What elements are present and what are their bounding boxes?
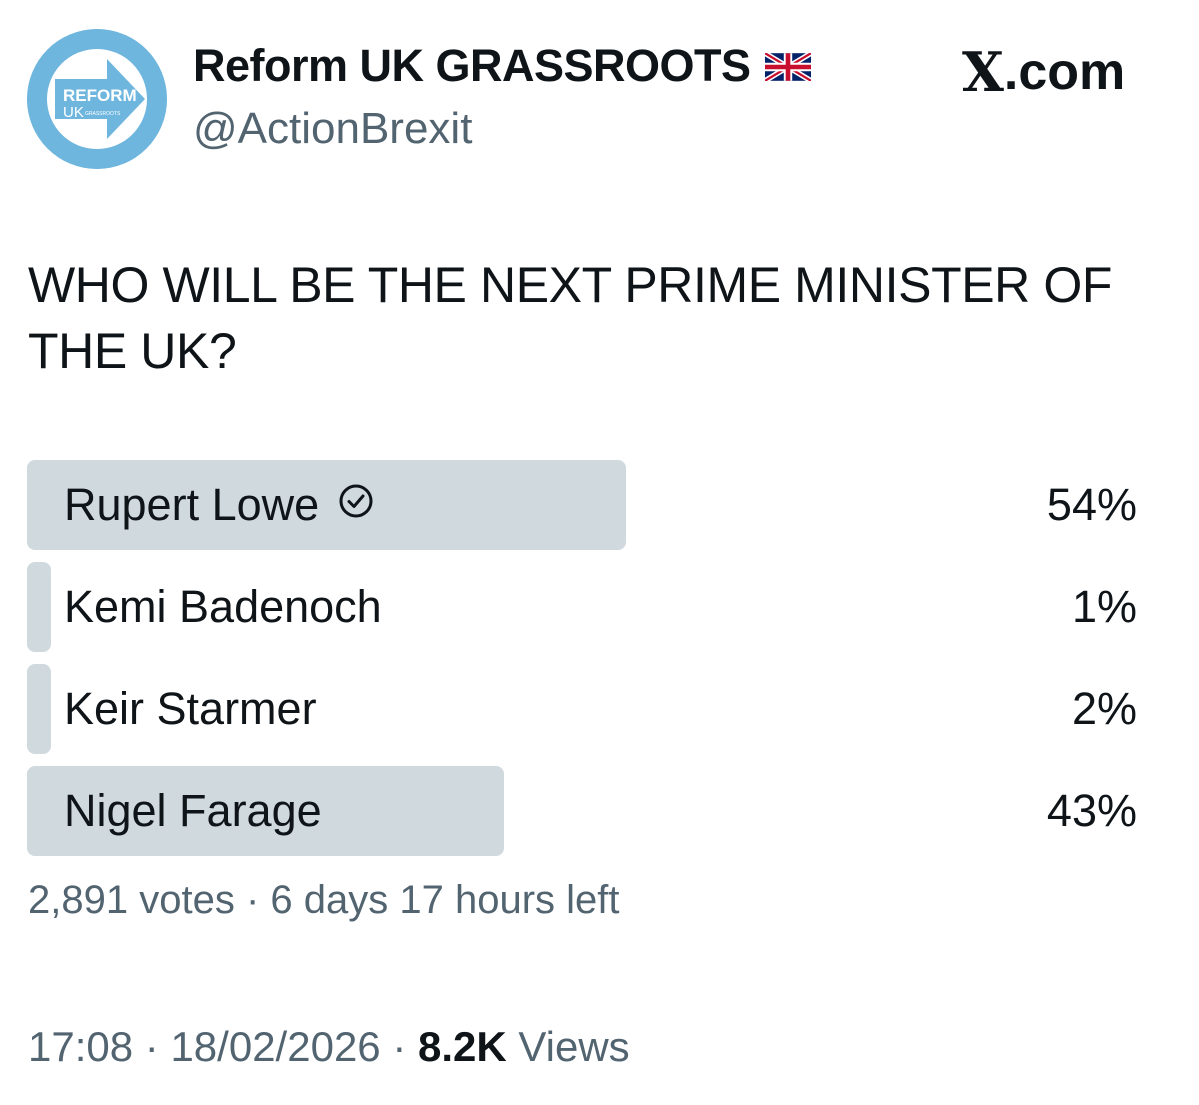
user-handle[interactable]: @ActionBrexit xyxy=(193,104,472,154)
poll-option-kemi-badenoch[interactable]: Kemi Badenoch 1% xyxy=(27,562,1137,652)
poll-meta: 2,891 votes · 6 days 17 hours left xyxy=(28,878,620,923)
source-text: .com xyxy=(1003,43,1126,101)
views-label[interactable]: Views xyxy=(518,1023,629,1070)
avatar-logo-line3: GRASSROOTS xyxy=(85,111,121,117)
avatar-logo-line1: REFORM xyxy=(63,86,137,105)
avatar[interactable]: REFORM UK GRASSROOTS xyxy=(27,29,167,169)
x-com-watermark: X .com xyxy=(962,42,1125,102)
display-name-row[interactable]: Reform UK GRASSROOTS xyxy=(193,40,812,92)
poll-bar xyxy=(27,664,51,754)
poll-option-label: Nigel Farage xyxy=(64,785,322,836)
poll-option-rupert-lowe[interactable]: Rupert Lowe 54% xyxy=(27,460,1137,550)
poll-bar xyxy=(27,562,51,652)
uk-flag-icon xyxy=(763,40,812,92)
poll-option-nigel-farage[interactable]: Nigel Farage 43% xyxy=(27,766,1137,856)
check-circle-icon xyxy=(337,479,375,531)
footer-separator: · xyxy=(144,1023,159,1070)
poll-option-percent: 2% xyxy=(1071,683,1137,734)
vote-count: 2,891 votes xyxy=(28,878,235,922)
poll-option-keir-starmer[interactable]: Keir Starmer 2% xyxy=(27,664,1137,754)
x-logo-icon: X xyxy=(962,40,1004,104)
meta-separator: · xyxy=(245,878,260,922)
poll-option-percent: 1% xyxy=(1071,581,1137,632)
poll-option-label: Rupert Lowe xyxy=(64,479,320,530)
poll-option-percent: 54% xyxy=(1046,479,1137,530)
post-text: WHO WILL BE THE NEXT PRIME MINISTER OF T… xyxy=(28,257,1112,379)
poll: Rupert Lowe 54% Kemi Badenoch 1% Keir St… xyxy=(27,460,1137,868)
display-name[interactable]: Reform UK GRASSROOTS xyxy=(193,40,751,92)
avatar-logo-line2: UK xyxy=(63,104,84,121)
poll-option-percent: 43% xyxy=(1046,785,1137,836)
post-date[interactable]: 18/02/2026 xyxy=(170,1023,380,1070)
poll-option-label: Keir Starmer xyxy=(64,683,317,734)
reform-uk-logo: REFORM UK GRASSROOTS xyxy=(27,29,167,169)
poll-option-label: Kemi Badenoch xyxy=(64,581,382,632)
post-footer: 17:08 · 18/02/2026 · 8.2K Views xyxy=(28,1023,630,1071)
footer-separator: · xyxy=(392,1023,407,1070)
views-count[interactable]: 8.2K xyxy=(418,1023,507,1070)
post-time[interactable]: 17:08 xyxy=(28,1023,133,1070)
time-left: 6 days 17 hours left xyxy=(270,878,620,922)
